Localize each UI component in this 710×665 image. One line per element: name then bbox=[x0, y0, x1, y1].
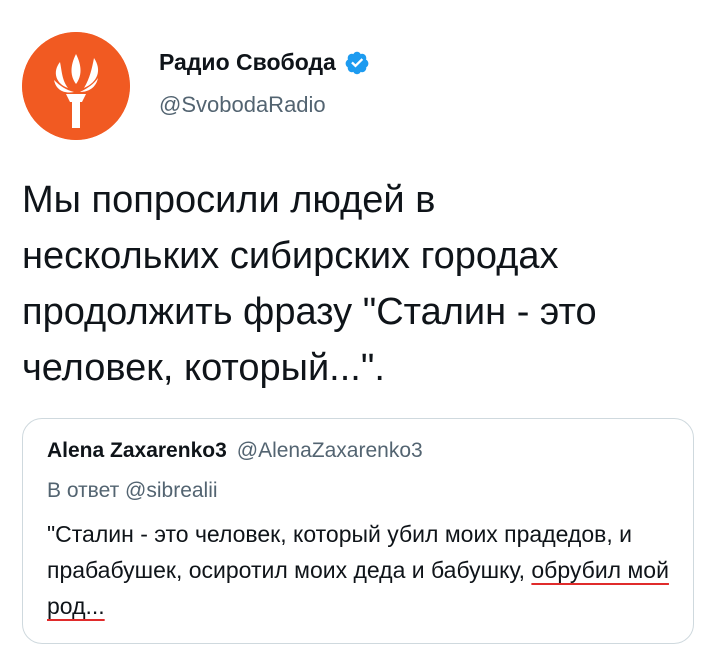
reply-to-line: В ответ @sibrealii bbox=[47, 479, 218, 502]
verified-badge-icon bbox=[345, 51, 369, 74]
quoted-author-handle[interactable]: @AlenaZaxarenko3 bbox=[237, 439, 423, 463]
tweet-body-text: Мы попросили людей в нескольких сибирски… bbox=[22, 179, 597, 389]
author-display-name[interactable]: Радио Свобода bbox=[159, 49, 336, 76]
author-row: Радио Свобода bbox=[159, 49, 370, 76]
quoted-author-name[interactable]: Alena Zaxarenko3 bbox=[47, 439, 227, 463]
quoted-tweet-card[interactable]: Alena Zaxarenko3 @AlenaZaxarenko3 В отве… bbox=[22, 418, 694, 644]
tweet-card: Радио Свобода @SvobodaRadio Мы попросили… bbox=[0, 0, 710, 665]
radio-svoboda-torch-logo-icon bbox=[22, 32, 130, 140]
quoted-tweet-header: Alena Zaxarenko3 @AlenaZaxarenko3 bbox=[47, 439, 423, 463]
author-handle[interactable]: @SvobodaRadio bbox=[159, 92, 326, 118]
avatar[interactable] bbox=[22, 32, 130, 140]
quoted-tweet-text: "Сталин - это человек, который убил моих… bbox=[47, 516, 677, 624]
